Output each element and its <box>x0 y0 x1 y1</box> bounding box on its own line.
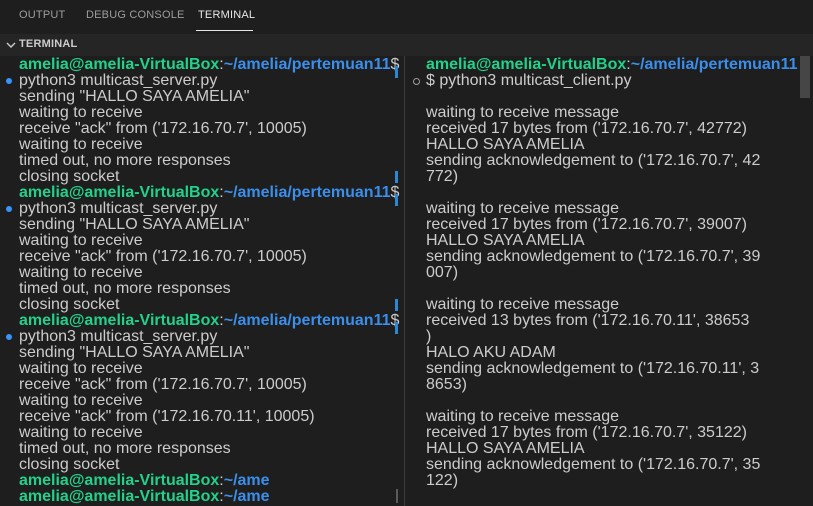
prompt-host: amelia@amelia-VirtualBox <box>19 56 220 73</box>
overview-ruler-marker <box>395 171 398 183</box>
output-line: ) <box>426 328 432 345</box>
prompt-host: amelia@amelia-VirtualBox <box>19 184 220 201</box>
output-line: sending acknowledgement to ('172.16.70.1… <box>426 360 760 377</box>
output-line: receive "ack" from ('172.16.70.7', 10005… <box>19 248 307 265</box>
prompt-line: amelia@amelia-VirtualBox:~/amelia/pertem… <box>19 185 399 201</box>
output-line: waiting to receive message <box>426 296 619 313</box>
output-line: received 17 bytes from ('172.16.70.7', 4… <box>426 120 747 137</box>
overview-ruler-marker <box>395 194 398 206</box>
command-line: $ python3 multicast_client.py <box>426 72 632 89</box>
output-line: HALO AKU ADAM <box>426 344 556 361</box>
command-decoration-icon[interactable] <box>6 206 12 212</box>
output-line: timed out, no more responses <box>19 152 231 169</box>
prompt-host: amelia@amelia-VirtualBox <box>19 488 220 505</box>
left-pane-scrollbar[interactable] <box>396 489 398 503</box>
prompt-line: amelia@amelia-VirtualBox:~/amelia/pertem… <box>426 57 798 73</box>
output-line: waiting to receive <box>19 104 143 121</box>
terminal-section-header[interactable] <box>0 34 813 56</box>
output-line: sending "HALLO SAYA AMELIA" <box>19 88 250 105</box>
output-line: sending acknowledgement to ('172.16.70.7… <box>426 152 761 169</box>
prompt-host: amelia@amelia-VirtualBox <box>19 312 220 329</box>
output-line: received 17 bytes from ('172.16.70.7', 3… <box>426 216 747 233</box>
output-line: sending "HALLO SAYA AMELIA" <box>19 344 250 361</box>
command-decoration-icon[interactable] <box>413 78 420 85</box>
right-pane-scrollbar[interactable] <box>800 56 810 98</box>
output-line: received 13 bytes from ('172.16.70.11', … <box>426 312 750 329</box>
output-line: 007) <box>426 264 459 281</box>
output-line: python3 multicast_server.py <box>19 200 218 217</box>
tab-terminal[interactable]: TERMINAL <box>198 9 255 21</box>
output-line: sending "HALLO SAYA AMELIA" <box>19 216 250 233</box>
active-tab-indicator <box>196 30 253 31</box>
output-line: closing socket <box>19 456 120 473</box>
output-line: python3 multicast_server.py <box>19 72 218 89</box>
output-line: waiting to receive message <box>426 200 619 217</box>
output-line: 122) <box>426 472 459 489</box>
output-line: closing socket <box>19 168 120 185</box>
output-line: HALLO SAYA AMELIA <box>426 232 585 249</box>
command-decoration-icon[interactable] <box>6 334 12 340</box>
output-line: waiting to receive <box>19 392 143 409</box>
prompt-path: ~/ame <box>223 488 270 505</box>
prompt-path: ~/ame <box>223 472 270 489</box>
output-line: closing socket <box>19 296 120 313</box>
output-line: timed out, no more responses <box>19 440 231 457</box>
output-line: waiting to receive <box>19 360 143 377</box>
chevron-down-icon[interactable] <box>4 38 18 52</box>
output-line: waiting to receive <box>19 232 143 249</box>
overview-ruler-marker <box>395 322 398 334</box>
output-line: received 17 bytes from ('172.16.70.7', 3… <box>426 424 747 441</box>
output-line: waiting to receive <box>19 264 143 281</box>
output-line: sending acknowledgement to ('172.16.70.7… <box>426 456 761 473</box>
output-line: receive "ack" from ('172.16.70.11', 1000… <box>19 408 315 425</box>
output-line: 772) <box>426 168 459 185</box>
prompt-line: amelia@amelia-VirtualBox:~/amelia/pertem… <box>19 313 399 329</box>
output-line: waiting to receive message <box>426 408 619 425</box>
output-line: sending acknowledgement to ('172.16.70.7… <box>426 248 761 265</box>
output-line: 8653) <box>426 376 467 393</box>
prompt-path: ~/amelia/pertemuan11 <box>223 56 391 73</box>
output-line: receive "ack" from ('172.16.70.7', 10005… <box>19 376 307 393</box>
terminal-section-title: TERMINAL <box>19 38 78 50</box>
output-line: python3 multicast_server.py <box>19 328 218 345</box>
output-line: waiting to receive message <box>426 104 619 121</box>
prompt-path: ~/amelia/pertemuan11 <box>223 312 391 329</box>
overview-ruler-marker <box>395 299 398 311</box>
output-line: HALLO SAYA AMELIA <box>426 136 585 153</box>
prompt-line: amelia@amelia-VirtualBox:~/ame <box>19 473 270 489</box>
prompt-host: amelia@amelia-VirtualBox <box>19 472 220 489</box>
tab-output[interactable]: OUTPUT <box>19 9 65 21</box>
output-line: HALLO SAYA AMELIA <box>426 440 585 457</box>
overview-ruler-marker <box>395 66 398 78</box>
output-line: waiting to receive <box>19 136 143 153</box>
tab-debug-console[interactable]: DEBUG CONSOLE <box>86 9 185 21</box>
prompt-path: ~/amelia/pertemuan11 <box>630 56 798 73</box>
prompt-host: amelia@amelia-VirtualBox <box>426 56 627 73</box>
panel-tab-bar: OUTPUT DEBUG CONSOLE TERMINAL <box>0 0 813 34</box>
prompt-path: ~/amelia/pertemuan11 <box>223 184 391 201</box>
output-line: receive "ack" from ('172.16.70.7', 10005… <box>19 120 307 137</box>
output-line: timed out, no more responses <box>19 280 231 297</box>
command-decoration-icon[interactable] <box>6 78 12 84</box>
prompt-line: amelia@amelia-VirtualBox:~/ame <box>19 489 270 505</box>
prompt-line: amelia@amelia-VirtualBox:~/amelia/pertem… <box>19 57 399 73</box>
output-line: waiting to receive <box>19 424 143 441</box>
